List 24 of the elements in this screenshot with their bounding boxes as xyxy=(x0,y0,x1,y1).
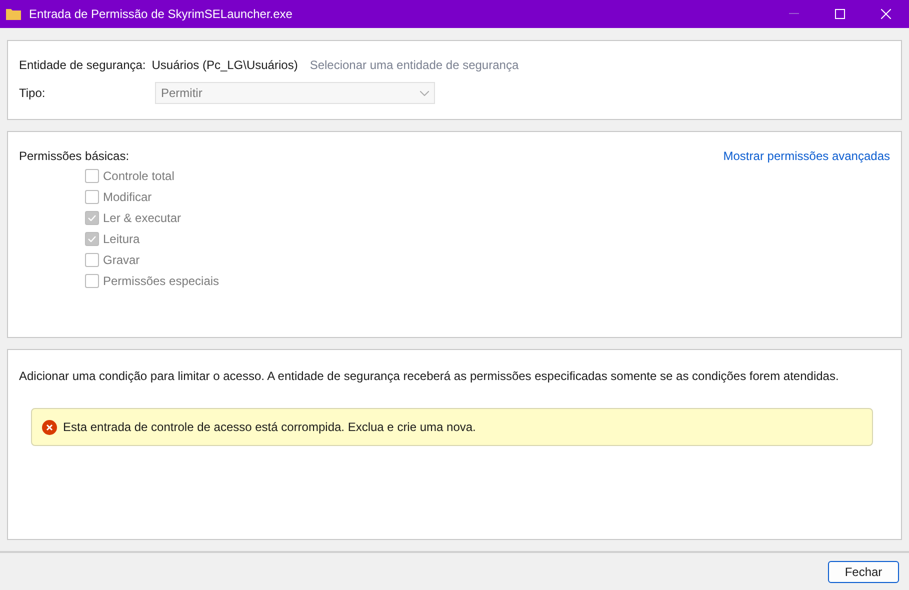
checkbox-label: Modificar xyxy=(103,190,152,204)
select-principal-link[interactable]: Selecionar uma entidade de segurança xyxy=(310,58,519,72)
permissions-title: Permissões básicas: xyxy=(19,149,130,163)
error-message: Esta entrada de controle de acesso está corrompida. Exclua e crie uma nova. xyxy=(63,420,476,434)
close-dialog-button[interactable]: Fechar xyxy=(828,560,899,582)
checkbox-label: Controle total xyxy=(103,168,174,182)
folder-icon xyxy=(6,8,21,20)
maximize-icon xyxy=(835,9,845,19)
advanced-permissions-link[interactable]: Mostrar permissões avançadas xyxy=(723,149,890,163)
principal-label: Entidade de segurança: xyxy=(19,58,146,72)
window-title: Entrada de Permissão de SkyrimSELauncher.exe xyxy=(29,7,294,21)
check-icon xyxy=(88,214,96,220)
checkbox-label: Permissões especiais xyxy=(103,274,220,288)
principal-value: Usuários (Pc_LG\Usuários) xyxy=(152,58,298,72)
error-icon xyxy=(42,420,57,434)
close-icon xyxy=(881,9,891,19)
minimize-icon xyxy=(789,13,799,15)
checkbox-label: Leitura xyxy=(103,232,140,246)
chevron-icon xyxy=(420,90,429,96)
condition-description: Adicionar uma condição para limitar o acesso. A entidade de segurança receberá as permissões especificadas somente se as condições forem atendidas. xyxy=(19,369,839,383)
type-label: Tipo: xyxy=(19,86,46,100)
checkbox-label: Ler & executar xyxy=(103,210,182,224)
checkbox-label: Gravar xyxy=(103,252,140,266)
check-icon xyxy=(88,236,96,242)
